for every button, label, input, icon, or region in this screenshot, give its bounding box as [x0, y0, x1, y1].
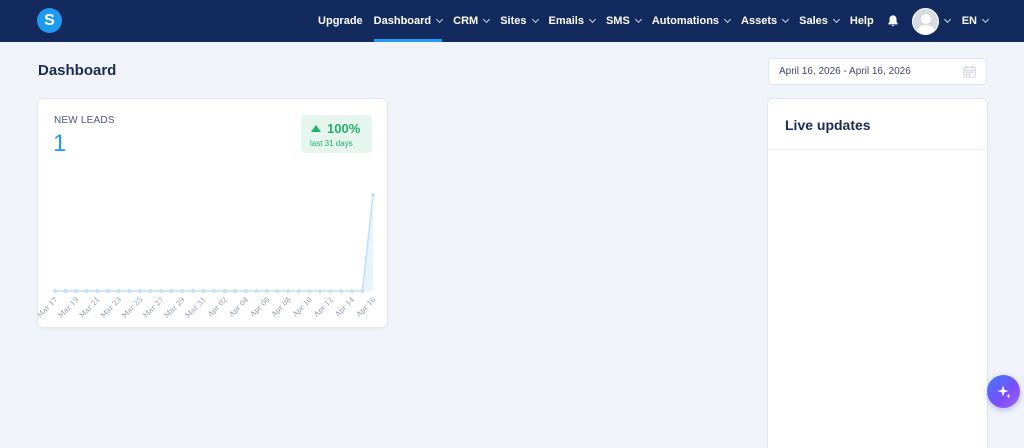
chevron-down-icon	[588, 15, 597, 24]
data-point[interactable]	[296, 289, 301, 293]
data-point[interactable]	[95, 289, 100, 293]
x-tick-label: Mar 25	[120, 296, 144, 320]
x-tick-label: Mar 27	[141, 296, 165, 320]
data-point[interactable]	[275, 289, 280, 293]
nav-item-crm[interactable]: CRM	[453, 0, 491, 42]
data-point[interactable]	[137, 289, 142, 293]
x-tick-label: Mar 17	[38, 296, 59, 320]
data-point[interactable]	[84, 289, 89, 293]
user-avatar[interactable]	[911, 7, 939, 35]
nav-item-label: SMS	[605, 15, 630, 27]
x-tick-label: Apr 06	[248, 295, 272, 319]
divider	[768, 149, 987, 150]
chevron-down-icon	[634, 15, 642, 24]
nav-item-emails[interactable]: Emails	[548, 0, 597, 42]
notifications-bell-icon[interactable]	[886, 14, 900, 28]
data-point[interactable]	[243, 289, 248, 293]
page-title: Dashboard	[38, 62, 117, 79]
new-leads-chart: Mar 17Mar 19Mar 21Mar 23Mar 25Mar 27Mar …	[38, 193, 378, 320]
chevron-down-icon	[782, 15, 790, 24]
x-tick-label: Apr 08	[269, 296, 292, 319]
avatar-body-shape	[916, 24, 935, 34]
leads-series-line	[55, 194, 374, 292]
x-tick-label: Mar 23	[99, 296, 123, 320]
data-point[interactable]	[265, 289, 269, 293]
data-point[interactable]	[201, 289, 206, 293]
data-point[interactable]	[63, 289, 68, 293]
data-point[interactable]	[222, 289, 227, 293]
date-range-picker[interactable]: April 16, 2026 - April 16, 2026	[768, 58, 987, 85]
data-point[interactable]	[190, 289, 195, 293]
data-point[interactable]	[254, 289, 259, 293]
nav-item-assets[interactable]: Assets	[741, 0, 790, 42]
chevron-down-icon	[981, 15, 990, 24]
nav-item-help[interactable]: Help	[850, 0, 874, 42]
data-point[interactable]	[116, 289, 121, 293]
x-tick-label: Apr 04	[227, 295, 251, 319]
data-point[interactable]	[169, 289, 174, 293]
data-point[interactable]	[371, 193, 375, 197]
app-logo[interactable]: S	[37, 8, 62, 33]
data-point[interactable]	[148, 289, 153, 293]
chevron-down-icon	[436, 15, 444, 24]
chevron-down-icon	[531, 15, 539, 24]
data-point[interactable]	[349, 289, 354, 293]
avatar-head-shape	[920, 13, 931, 24]
x-tick-label: Apr 14	[333, 295, 357, 319]
calendar-icon[interactable]	[963, 65, 976, 78]
live-updates-title: Live updates	[785, 117, 871, 133]
nav-item-sms[interactable]: SMS	[605, 0, 642, 42]
nav-item-sites[interactable]: Sites	[500, 0, 539, 42]
data-point[interactable]	[212, 289, 216, 293]
x-tick-label: Mar 31	[184, 296, 208, 320]
x-tick-label: Mar 29	[163, 296, 187, 320]
nav-item-sales[interactable]: Sales	[799, 0, 840, 42]
leads-area	[55, 195, 373, 291]
data-point[interactable]	[106, 289, 110, 293]
ai-assistant-button[interactable]	[987, 375, 1020, 408]
x-tick-label: Apr 12	[312, 296, 335, 319]
top-nav-bar: S Upgrade Dashboard CRM Sites Emails SMS Autom…	[0, 0, 1024, 42]
main-nav: Upgrade Dashboard CRM Sites Emails SMS Automat…	[307, 0, 990, 42]
data-point[interactable]	[360, 289, 365, 293]
x-tick-label: Apr 10	[290, 296, 313, 319]
x-tick-label: Mar 21	[78, 296, 102, 320]
data-point[interactable]	[127, 289, 132, 293]
data-point[interactable]	[180, 289, 185, 293]
data-point[interactable]	[318, 289, 322, 293]
nav-item-upgrade[interactable]: Upgrade	[318, 0, 363, 42]
nav-item-label: Help	[849, 15, 874, 27]
language-label: EN	[961, 15, 977, 27]
x-tick-label: Apr 16	[354, 295, 378, 319]
data-point[interactable]	[328, 289, 333, 293]
date-range-value: April 16, 2026 - April 16, 2026	[779, 66, 911, 77]
nav-item-label: Sales	[799, 15, 828, 27]
nav-item-label: CRM	[453, 15, 479, 27]
nav-item-label: Automations	[651, 15, 720, 27]
data-point[interactable]	[339, 289, 344, 293]
data-point[interactable]	[53, 289, 57, 293]
data-point[interactable]	[74, 289, 79, 293]
language-selector[interactable]: EN	[961, 0, 990, 42]
nav-item-label: Sites	[500, 15, 527, 27]
new-leads-card: NEW LEADS 1 100% last 31 days Mar 17 Mar …	[37, 98, 388, 328]
nav-item-automations[interactable]: Automations	[651, 0, 732, 42]
data-point[interactable]	[159, 289, 163, 293]
nav-item-label: Emails	[548, 15, 584, 27]
chevron-down-icon[interactable]	[943, 15, 951, 24]
chevron-down-icon	[483, 15, 491, 24]
x-tick-label: Mar 19	[57, 296, 81, 320]
nav-item-label: Assets	[741, 15, 778, 27]
data-point[interactable]	[233, 289, 238, 293]
nav-item-label: Upgrade	[318, 15, 363, 27]
chevron-down-icon	[832, 15, 840, 24]
x-tick-label: Apr 02	[206, 296, 229, 319]
sparkle-icon	[997, 385, 1011, 398]
data-point[interactable]	[286, 289, 291, 293]
live-updates-card: Live updates	[767, 98, 988, 448]
data-point[interactable]	[307, 289, 312, 293]
nav-item-dashboard[interactable]: Dashboard	[373, 0, 444, 42]
nav-item-label: Dashboard	[373, 15, 432, 27]
chevron-down-icon	[724, 15, 732, 24]
